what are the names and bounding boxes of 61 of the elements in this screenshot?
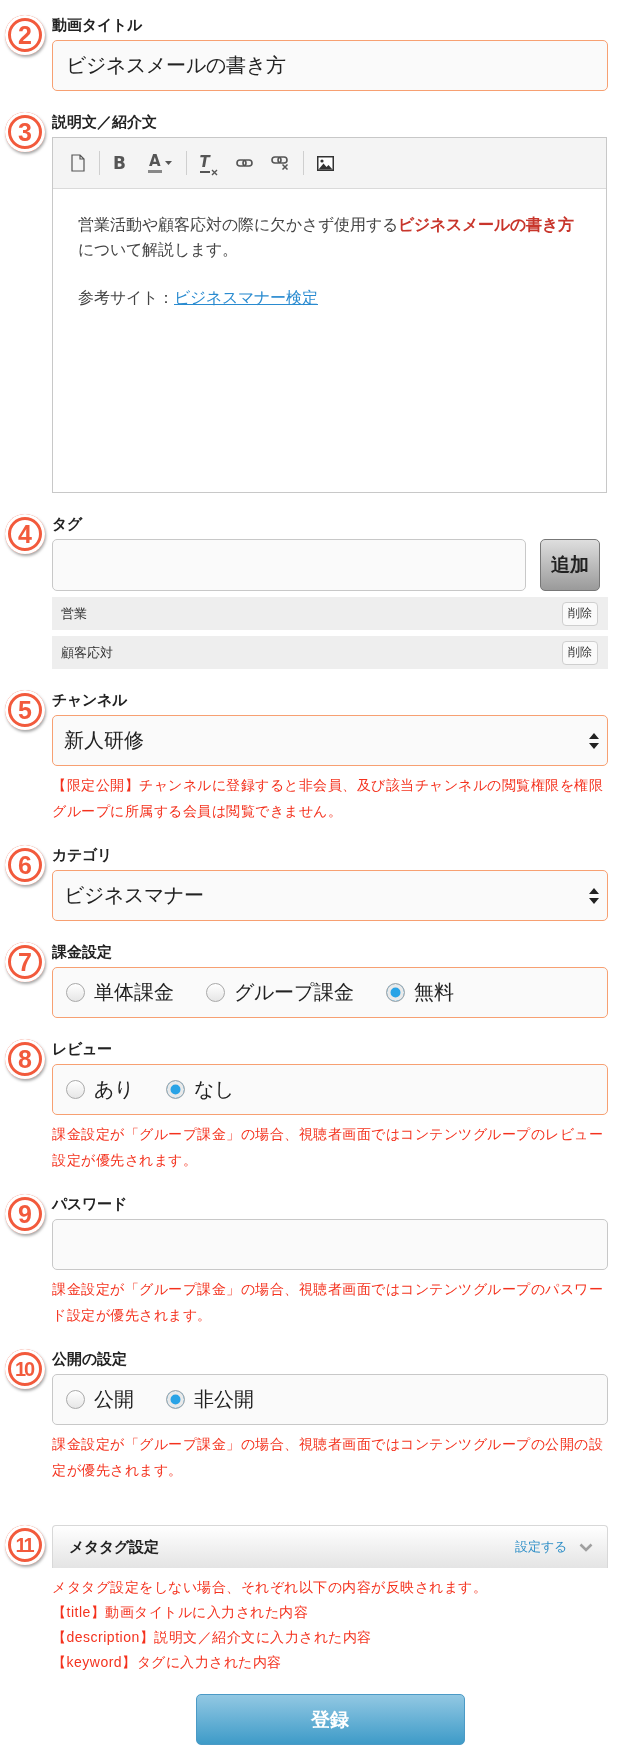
tag-name: 営業 bbox=[61, 604, 87, 623]
radio-option[interactable]: 単体課金 bbox=[66, 979, 174, 1006]
step-number: 5 bbox=[5, 690, 45, 730]
note-text: 課金設定が「グループ課金」の場合、視聴者画面ではコンテンツグループのレビュー設定が優先されます。 bbox=[52, 1125, 604, 1170]
editor-paragraph: 参考サイト：ビジネスマナー検定 bbox=[78, 288, 319, 309]
caret-icon bbox=[164, 161, 172, 165]
text-input[interactable] bbox=[52, 1219, 608, 1270]
image-icon[interactable] bbox=[316, 155, 334, 171]
note-text: 【description】説明文／紹介文に入力された内容 bbox=[52, 1628, 373, 1647]
clear-format-button[interactable]: T bbox=[199, 153, 218, 173]
step-number: 4 bbox=[5, 514, 45, 554]
text-input[interactable]: ビジネスメールの書き方 bbox=[52, 40, 608, 91]
select-field[interactable]: 新人研修 bbox=[52, 715, 608, 766]
x-icon bbox=[210, 168, 218, 176]
text-color-button[interactable]: A bbox=[147, 153, 172, 173]
field-label: 公開の設定 bbox=[52, 1350, 128, 1369]
add-button[interactable]: 追加 bbox=[540, 539, 600, 591]
delete-button[interactable]: 削除 bbox=[562, 640, 598, 665]
unlink-icon[interactable] bbox=[270, 156, 289, 170]
step-number: 9 bbox=[5, 1194, 45, 1234]
radio-option[interactable]: 非公開 bbox=[166, 1386, 254, 1413]
reference-link[interactable]: ビジネスマナー検定 bbox=[174, 289, 318, 307]
bold-button[interactable]: B bbox=[113, 153, 126, 173]
delete-button[interactable]: 削除 bbox=[562, 601, 598, 626]
field-label: 動画タイトル bbox=[52, 16, 143, 35]
meta-panel-header[interactable]: メタタグ設定 設定する bbox=[52, 1525, 608, 1568]
chevron-down-icon[interactable] bbox=[579, 1542, 593, 1552]
step-number: 2 bbox=[5, 15, 45, 55]
note-text: メタタグ設定をしない場合、それぞれ以下の内容が反映されます。 bbox=[52, 1578, 488, 1597]
note-text: 【限定公開】チャンネルに登録すると非会員、及び該当チャンネルの閲覧権限を権限グループに所属する会員は閲覧できません。 bbox=[52, 776, 604, 821]
field-label: タグ bbox=[52, 515, 84, 534]
editor-paragraph: 営業活動や顧客応対の際に欠かさず使用するビジネスメールの書き方について解説します。 bbox=[78, 215, 575, 261]
field-label: パスワード bbox=[52, 1195, 128, 1214]
panel-title: メタタグ設定 bbox=[69, 1537, 159, 1557]
document-icon[interactable] bbox=[71, 154, 85, 172]
step-number: 10 bbox=[5, 1349, 45, 1389]
field-label: 課金設定 bbox=[52, 943, 113, 962]
field-label: 説明文／紹介文 bbox=[52, 113, 158, 132]
radio-option[interactable]: グループ課金 bbox=[206, 979, 354, 1006]
step-number: 7 bbox=[5, 942, 45, 982]
select-field[interactable]: ビジネスマナー bbox=[52, 870, 608, 921]
radio-option[interactable]: 無料 bbox=[386, 979, 454, 1006]
note-text: 【title】動画タイトルに入力された内容 bbox=[52, 1603, 310, 1622]
field-label: チャンネル bbox=[52, 691, 128, 710]
updown-arrows-icon bbox=[589, 887, 599, 904]
step-number: 3 bbox=[5, 112, 45, 152]
note-text: 課金設定が「グループ課金」の場合、視聴者画面ではコンテンツグループのパスワード設定が優先されます。 bbox=[52, 1280, 604, 1325]
radio-option[interactable]: 公開 bbox=[66, 1386, 134, 1413]
radio-option[interactable]: なし bbox=[166, 1076, 234, 1103]
note-text: 課金設定が「グループ課金」の場合、視聴者画面ではコンテンツグループの公開の設定が優先されます。 bbox=[52, 1435, 604, 1480]
chain-link-icon[interactable] bbox=[235, 158, 253, 168]
updown-arrows-icon bbox=[589, 732, 599, 749]
note-text: 【keyword】タグに入力された内容 bbox=[52, 1653, 283, 1672]
tag-name: 顧客応対 bbox=[61, 643, 113, 662]
step-number: 11 bbox=[5, 1525, 45, 1565]
field-label: レビュー bbox=[52, 1040, 113, 1059]
step-number: 8 bbox=[5, 1039, 45, 1079]
step-number: 6 bbox=[5, 845, 45, 885]
tag-input[interactable] bbox=[52, 539, 526, 591]
radio-option[interactable]: あり bbox=[66, 1076, 134, 1103]
field-label: カテゴリ bbox=[52, 846, 113, 865]
